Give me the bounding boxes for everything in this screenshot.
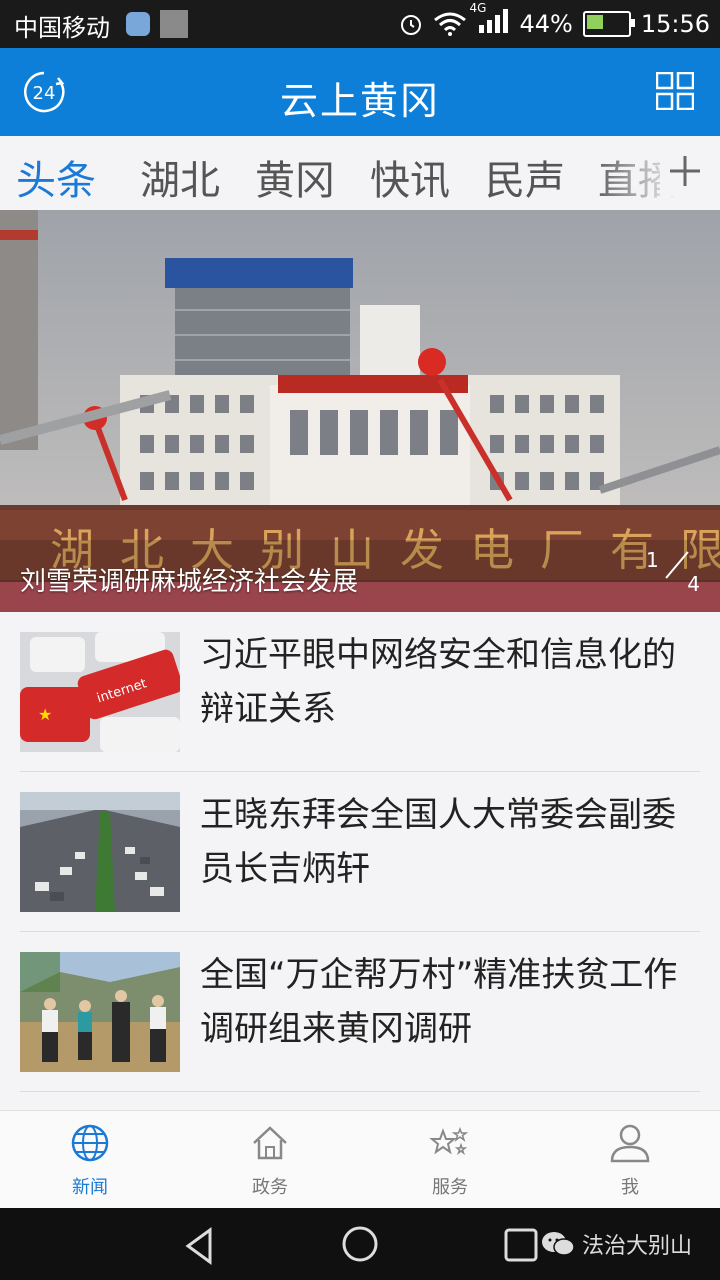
list-item[interactable]: 全国“万企帮万村”精准扶贫工作调研组来黄冈调研 [0, 932, 720, 1092]
carousel-current: 1 [646, 548, 659, 572]
news-thumbnail: internet ★ [20, 632, 180, 752]
globe-icon [71, 1124, 109, 1162]
list-item[interactable]: internet ★ 习近平眼中网络安全和信息化的辩证关系 [0, 612, 720, 772]
home-icon [253, 1126, 287, 1160]
tab-flash[interactable]: 快讯 [370, 148, 450, 206]
svg-text:★: ★ [38, 705, 52, 724]
news-thumbnail [20, 792, 180, 912]
tab-headline[interactable]: 头条 [16, 148, 96, 206]
hero-image: 湖北大别山发电厂有限 [0, 210, 720, 612]
news-headline[interactable]: 全国“万企帮万村”精准扶贫工作调研组来黄冈调研 [200, 948, 690, 1056]
nav-news[interactable]: 新闻 [30, 1121, 150, 1199]
clock: 15:56 [640, 10, 710, 38]
tab-voice[interactable]: 民声 [485, 148, 565, 206]
carrier-label: 中国移动 [14, 14, 110, 42]
grid-menu-icon[interactable] [656, 72, 694, 110]
nav-service-label: 服务 [432, 1177, 468, 1198]
nav-me-label: 我 [621, 1177, 639, 1198]
nav-government[interactable]: 政务 [210, 1121, 330, 1199]
user-icon [610, 1124, 650, 1163]
list-item[interactable]: 王晓东拜会全国人大常委会副委员长吉炳轩 [0, 772, 720, 932]
news-headline[interactable]: 王晓东拜会全国人大常委会副委员长吉炳轩 [200, 788, 690, 896]
watermark: 法治大别山 [540, 1228, 692, 1260]
notification-icon [126, 12, 150, 36]
signal-indicator: 4G [469, 1, 509, 39]
divider [20, 1091, 700, 1092]
battery-percent: 44% [519, 10, 573, 38]
news-headline[interactable]: 习近平眼中网络安全和信息化的辩证关系 [200, 628, 690, 736]
nav-government-label: 政务 [252, 1177, 288, 1198]
app-title: 云上黄冈 [279, 79, 440, 123]
carousel-counter: 1 4 [640, 548, 700, 598]
carousel-slash [665, 551, 689, 579]
news-list: internet ★ 习近平眼中网络安全和信息化的辩证关系 王晓东拜会全国人大常… [0, 612, 720, 1092]
battery-fill [586, 15, 603, 29]
nav-me[interactable]: 我 [570, 1121, 690, 1199]
notification-thumbnail-icon [160, 10, 188, 38]
wifi-icon [434, 12, 467, 36]
carousel-total: 4 [687, 572, 700, 596]
stars-icon [429, 1126, 469, 1156]
channel-tabs: 头条 湖北 黄冈 快讯 民声 直播 [0, 136, 720, 211]
alarm-icon [401, 15, 422, 35]
wechat-icon [542, 1232, 575, 1256]
tab-huanggang[interactable]: 黄冈 [255, 148, 335, 206]
bottom-nav: 新闻 政务 服务 我 [0, 1110, 720, 1209]
system-nav-bar: 法治大别山 [0, 1208, 720, 1280]
recent-apps-icon[interactable] [504, 1228, 538, 1262]
app-header: 24 云上黄冈 [0, 48, 720, 136]
hero-carousel[interactable]: 湖北大别山发电厂有限 刘雪荣调研麻城经济社会发展 1 4 [0, 210, 720, 612]
nav-news-label: 新闻 [72, 1177, 108, 1198]
status-bar: 中国移动 4G 44% 15:56 [0, 0, 720, 48]
add-channel-icon[interactable] [660, 146, 710, 196]
news-thumbnail [20, 952, 180, 1072]
hero-caption[interactable]: 刘雪荣调研麻城经济社会发展 [20, 561, 358, 598]
watermark-text: 法治大别山 [582, 1234, 693, 1259]
battery-icon [582, 11, 635, 37]
network-type-label: 4G [469, 1, 487, 15]
home-button-icon[interactable] [340, 1224, 380, 1264]
nav-service[interactable]: 服务 [390, 1121, 510, 1199]
back-icon[interactable] [180, 1226, 220, 1266]
tab-hubei[interactable]: 湖北 [140, 148, 220, 206]
